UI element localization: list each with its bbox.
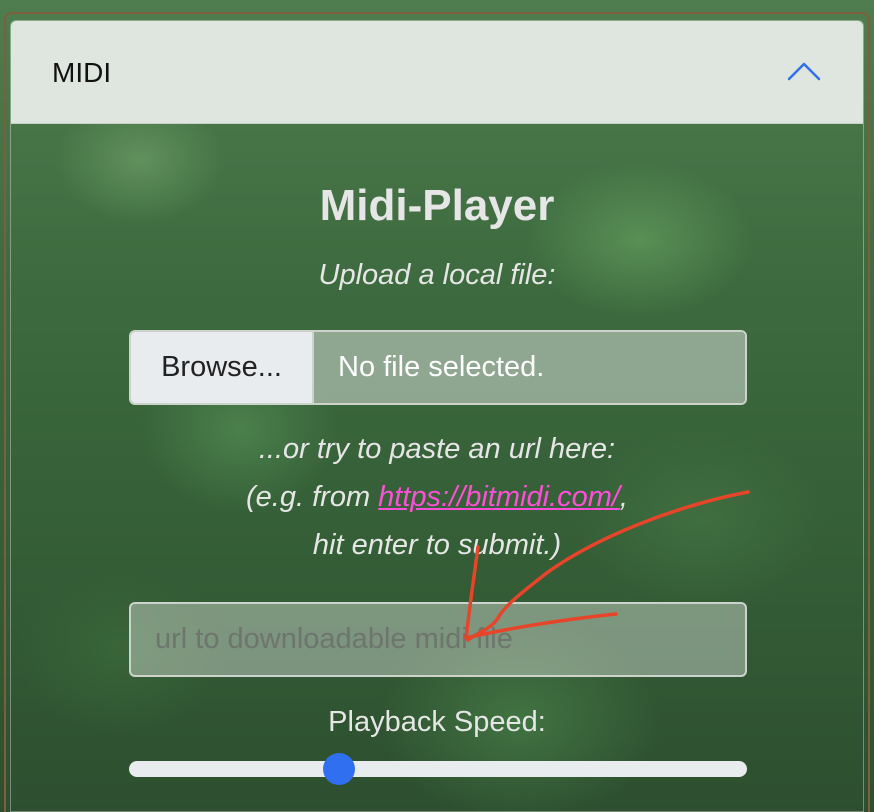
url-prompt-line2: (e.g. from https://bitmidi.com/, bbox=[11, 481, 863, 514]
url-prompt-suffix: , bbox=[619, 481, 628, 513]
browse-button[interactable]: Browse... bbox=[131, 332, 314, 403]
file-upload-field[interactable]: Browse... No file selected. bbox=[129, 330, 747, 405]
url-prompt-line1: ...or try to paste an url here: bbox=[258, 433, 616, 465]
upload-prompt: Upload a local file: bbox=[318, 259, 556, 291]
url-prompt-line3: hit enter to submit.) bbox=[312, 529, 562, 561]
playback-speed-slider[interactable] bbox=[129, 753, 747, 785]
playback-speed-label: Playback Speed: bbox=[328, 706, 546, 738]
player-title: Midi-Player bbox=[319, 181, 555, 230]
file-status-label: No file selected. bbox=[314, 332, 745, 403]
midi-url-input[interactable] bbox=[129, 602, 747, 677]
bitmidi-link[interactable]: https://bitmidi.com/ bbox=[378, 481, 620, 513]
url-prompt-prefix: (e.g. from bbox=[246, 481, 379, 513]
chevron-up-icon[interactable] bbox=[787, 59, 821, 81]
panel-header[interactable]: MIDI bbox=[11, 21, 863, 124]
slider-thumb[interactable] bbox=[323, 753, 356, 785]
midi-panel: MIDI Midi-Player Upload a local file: Br… bbox=[10, 20, 864, 812]
panel-title: MIDI bbox=[52, 57, 112, 88]
